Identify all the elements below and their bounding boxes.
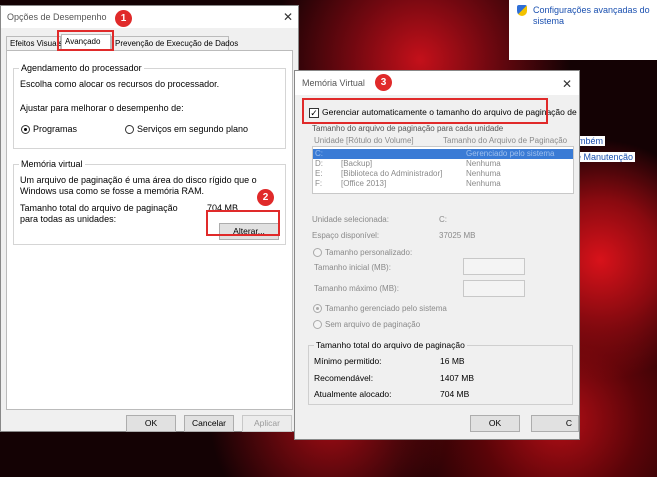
column-unit-header: Unidade [Rótulo do Volume] (314, 136, 414, 145)
selected-unit-label: Unidade selecionada: (312, 215, 389, 224)
ok-button[interactable]: OK (470, 415, 520, 432)
total-paging-group-title: Tamanho total do arquivo de paginação (314, 340, 467, 350)
programs-radio-label[interactable]: Programas (33, 124, 77, 135)
apply-button[interactable]: Aplicar (242, 415, 292, 432)
drive-label: [Biblioteca do Administrador] (341, 169, 443, 178)
processor-group-title: Agendamento do processador (19, 63, 144, 73)
programs-radio[interactable] (21, 125, 30, 134)
system-managed-radio[interactable] (313, 304, 322, 313)
close-icon[interactable]: ✕ (283, 11, 293, 23)
vm-description-1: Um arquivo de paginação é uma área do di… (20, 175, 257, 185)
step-badge-1: 1 (115, 10, 132, 27)
drives-caption: Tamanho do arquivo de paginação para cad… (312, 124, 504, 133)
min-allowed-value: 16 MB (440, 356, 465, 366)
tab-visual-effects[interactable]: Efeitos Visuais (6, 36, 62, 50)
processor-description: Escolha como alocar os recursos do proce… (20, 79, 220, 89)
max-size-input[interactable] (463, 280, 525, 297)
ok-button[interactable]: OK (126, 415, 176, 432)
free-space-label: Espaço disponível: (312, 231, 380, 240)
total-paging-label-1: Tamanho total do arquivo de paginação (20, 203, 178, 213)
selected-unit-value: C: (439, 215, 447, 224)
tab-data-execution-prevention[interactable]: Prevenção de Execução de Dados (111, 36, 238, 50)
drive-list[interactable]: C: Gerenciado pelo sistema D: [Backup] N… (312, 146, 574, 194)
drive-size: Nenhuma (466, 159, 501, 168)
current-allocated-value: 704 MB (440, 389, 470, 399)
custom-size-label[interactable]: Tamanho personalizado: (325, 247, 412, 258)
drive-size: Nenhuma (466, 179, 501, 188)
custom-size-radio[interactable] (313, 248, 322, 257)
free-space-value: 37025 MB (439, 231, 476, 240)
drive-letter: C: (315, 149, 323, 158)
list-item[interactable]: C: Gerenciado pelo sistema (313, 149, 573, 159)
list-item[interactable]: E: [Biblioteca do Administrador] Nenhuma (313, 169, 573, 179)
current-allocated-label: Atualmente alocado: (314, 389, 392, 399)
background-services-radio[interactable] (125, 125, 134, 134)
virtual-memory-dialog: Memória Virtual ✕ ✓ Gerenciar automatica… (294, 70, 580, 440)
tab-advanced-highlight (57, 30, 114, 51)
processor-scheduling-group: Agendamento do processador Escolha como … (13, 63, 286, 149)
dialog-title: Opções de Desempenho (7, 12, 107, 22)
total-paging-group: Tamanho total do arquivo de paginação Mí… (308, 340, 573, 405)
adjust-label: Ajustar para melhorar o desempenho de: (20, 103, 184, 113)
min-allowed-label: Mínimo permitido: (314, 356, 382, 366)
dialog-title: Memória Virtual (302, 78, 365, 88)
step-badge-2: 2 (257, 189, 274, 206)
no-paging-radio[interactable] (313, 320, 322, 329)
title-bar: Opções de Desempenho ✕ (1, 6, 298, 28)
list-item[interactable]: F: [Office 2013] Nenhuma (313, 179, 573, 189)
column-size-header: Tamanho do Arquivo de Paginação (443, 136, 568, 145)
background-partial-link[interactable]: mbém (576, 136, 606, 146)
cancel-button[interactable]: C (531, 415, 579, 432)
initial-size-input[interactable] (463, 258, 525, 275)
close-icon[interactable]: ✕ (562, 78, 572, 90)
drive-letter: E: (315, 169, 323, 178)
change-button-highlight (206, 210, 280, 236)
drive-size: Nenhuma (466, 169, 501, 178)
advanced-system-settings-link[interactable]: Configurações avançadas do sistema (533, 5, 653, 27)
background-services-label[interactable]: Serviços em segundo plano (137, 124, 248, 135)
uac-shield-icon (517, 5, 527, 16)
drive-label: [Backup] (341, 159, 373, 168)
recommended-label: Recomendável: (314, 373, 374, 383)
drive-letter: D: (315, 159, 323, 168)
no-paging-label[interactable]: Sem arquivo de paginação (325, 319, 420, 330)
maintenance-link[interactable]: e Manutenção (574, 152, 636, 162)
drive-label: [Office 2013] (341, 179, 387, 188)
vm-description-2: Windows usa como se fosse a memória RAM. (20, 186, 205, 196)
max-size-label: Tamanho máximo (MB): (314, 284, 399, 293)
cancel-button[interactable]: Cancelar (184, 415, 234, 432)
control-panel-panel: Configurações avançadas do sistema (509, 0, 657, 60)
recommended-value: 1407 MB (440, 373, 475, 383)
step-badge-3: 3 (375, 74, 392, 91)
drive-size: Gerenciado pelo sistema (466, 149, 555, 158)
system-managed-label[interactable]: Tamanho gerenciado pelo sistema (325, 303, 447, 314)
title-bar: Memória Virtual ✕ (295, 71, 579, 95)
list-item[interactable]: D: [Backup] Nenhuma (313, 159, 573, 169)
total-paging-label-2: para todas as unidades: (20, 214, 117, 224)
drive-letter: F: (315, 179, 323, 188)
virtual-memory-group-title: Memória virtual (19, 159, 85, 169)
auto-manage-highlight (302, 98, 548, 124)
initial-size-label: Tamanho inicial (MB): (314, 263, 391, 272)
